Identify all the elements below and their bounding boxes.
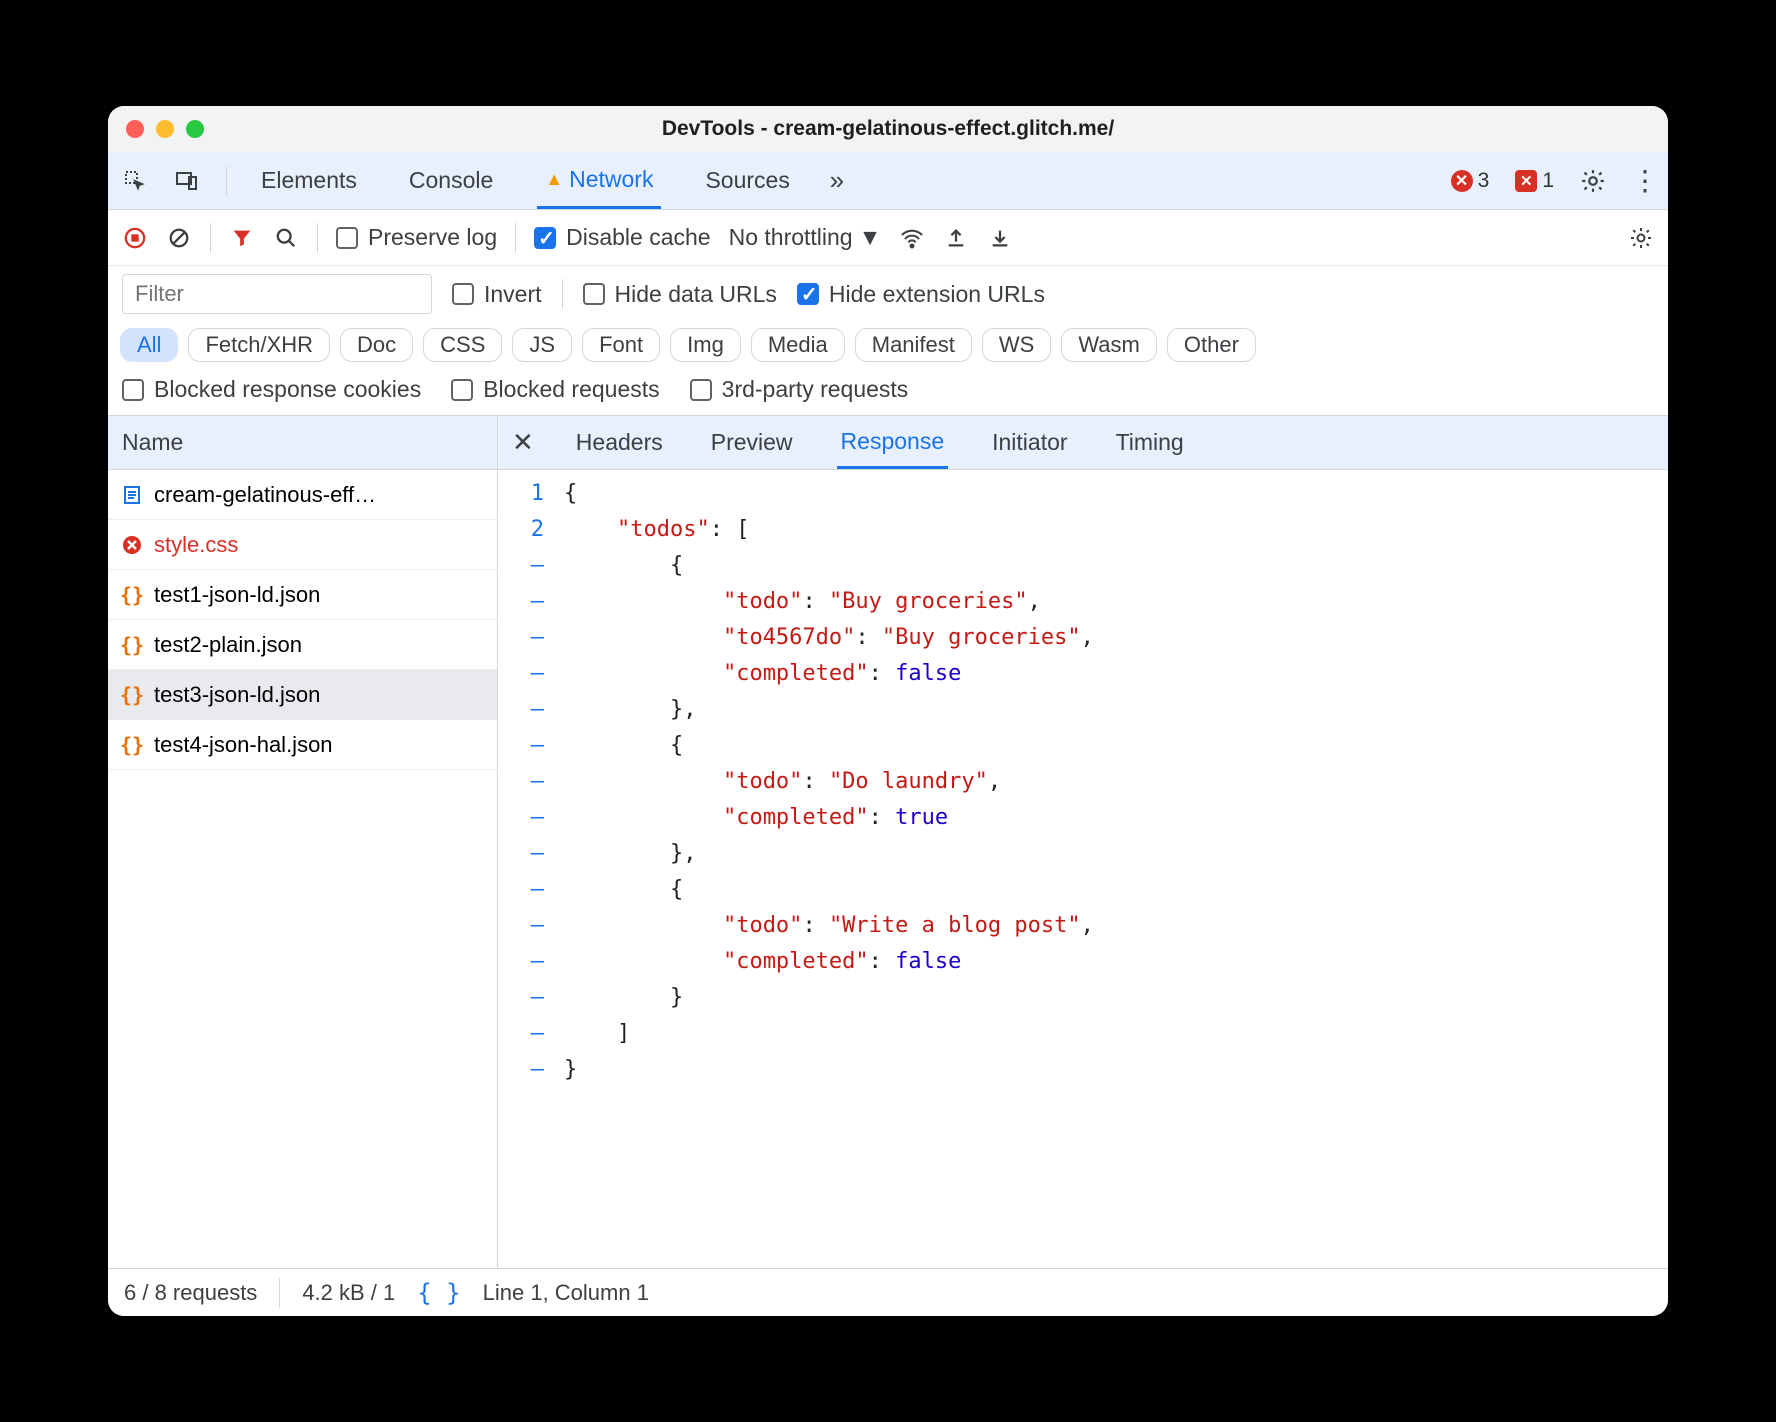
detail-tab-timing[interactable]: Timing <box>1112 416 1188 469</box>
filter-row: Invert Hide data URLs Hide extension URL… <box>108 266 1668 322</box>
chip-fetch-xhr[interactable]: Fetch/XHR <box>188 328 330 362</box>
search-icon[interactable] <box>273 225 299 251</box>
download-har-icon[interactable] <box>987 225 1013 251</box>
detail-tab-response[interactable]: Response <box>837 416 949 469</box>
chip-js[interactable]: JS <box>512 328 572 362</box>
hide-extension-urls-toggle[interactable]: Hide extension URLs <box>797 281 1045 308</box>
disable-cache-toggle[interactable]: Disable cache <box>534 224 710 251</box>
status-cursor: Line 1, Column 1 <box>483 1280 649 1306</box>
request-row[interactable]: {} test3-json-ld.json <box>108 670 497 720</box>
network-conditions-icon[interactable] <box>899 225 925 251</box>
request-name: style.css <box>154 532 238 558</box>
status-requests: 6 / 8 requests <box>124 1280 257 1306</box>
tab-elements[interactable]: Elements <box>253 152 365 209</box>
close-detail-icon[interactable]: ✕ <box>512 427 534 458</box>
settings-gear-icon[interactable] <box>1580 168 1606 194</box>
chip-doc[interactable]: Doc <box>340 328 413 362</box>
json-icon: {} <box>120 583 144 607</box>
divider <box>226 166 227 196</box>
issue-count: 1 <box>1542 169 1554 193</box>
response-body[interactable]: 12––––––––––––––– { "todos": [ { "todo":… <box>498 470 1668 1268</box>
window-title: DevTools - cream-gelatinous-effect.glitc… <box>108 117 1668 141</box>
tab-network[interactable]: ▲Network <box>537 152 661 209</box>
chip-css[interactable]: CSS <box>423 328 502 362</box>
titlebar: DevTools - cream-gelatinous-effect.glitc… <box>108 106 1668 152</box>
warning-icon: ▲ <box>545 169 563 190</box>
devtools-window: DevTools - cream-gelatinous-effect.glitc… <box>108 106 1668 1316</box>
chip-img[interactable]: Img <box>670 328 741 362</box>
request-name: test2-plain.json <box>154 632 302 658</box>
chip-font[interactable]: Font <box>582 328 660 362</box>
doc-icon <box>120 483 144 507</box>
third-party-toggle[interactable]: 3rd-party requests <box>690 376 909 403</box>
request-list: cream-gelatinous-eff… style.css {} test1-js… <box>108 470 497 770</box>
content-split: Name cream-gelatinous-eff… style.css {} tes… <box>108 416 1668 1268</box>
detail-tabs: ✕ Headers Preview Response Initiator Timing <box>498 416 1668 470</box>
panel-settings-gear-icon[interactable] <box>1628 225 1654 251</box>
resource-type-chips: All Fetch/XHR Doc CSS JS Font Img Media Manifest… <box>108 322 1668 372</box>
chip-other[interactable]: Other <box>1167 328 1256 362</box>
error-count: 3 <box>1478 169 1490 193</box>
tab-sources[interactable]: Sources <box>697 152 797 209</box>
json-icon: {} <box>120 683 144 707</box>
network-toolbar: Preserve log Disable cache No throttling… <box>108 210 1668 266</box>
json-icon: {} <box>120 733 144 757</box>
invert-toggle[interactable]: Invert <box>452 281 542 308</box>
error-count-badge[interactable]: ✕3 <box>1451 169 1490 193</box>
clear-button[interactable] <box>166 225 192 251</box>
chip-media[interactable]: Media <box>751 328 845 362</box>
request-row[interactable]: {} test4-json-hal.json <box>108 720 497 770</box>
filter-icon[interactable] <box>229 225 255 251</box>
err-icon <box>120 533 144 557</box>
request-row[interactable]: cream-gelatinous-eff… <box>108 470 497 520</box>
filter-input[interactable] <box>122 274 432 314</box>
blocked-requests-toggle[interactable]: Blocked requests <box>451 376 659 403</box>
upload-har-icon[interactable] <box>943 225 969 251</box>
main-tabs: Elements Console ▲Network Sources » ✕3 ✕1 ⋮ <box>108 152 1668 210</box>
device-toggle-icon[interactable] <box>174 168 200 194</box>
extra-filters-row: Blocked response cookies Blocked request… <box>108 372 1668 416</box>
requests-header[interactable]: Name <box>108 416 497 470</box>
chip-wasm[interactable]: Wasm <box>1061 328 1157 362</box>
more-tabs-icon[interactable]: » <box>824 168 850 194</box>
throttling-select[interactable]: No throttling ▼ <box>729 224 882 251</box>
tab-console[interactable]: Console <box>401 152 501 209</box>
blocked-cookies-toggle[interactable]: Blocked response cookies <box>122 376 421 403</box>
record-button[interactable] <box>122 225 148 251</box>
preserve-log-toggle[interactable]: Preserve log <box>336 224 497 251</box>
request-row[interactable]: {} test2-plain.json <box>108 620 497 670</box>
chip-ws[interactable]: WS <box>982 328 1051 362</box>
json-icon: {} <box>120 633 144 657</box>
request-row[interactable]: {} test1-json-ld.json <box>108 570 497 620</box>
request-name: test1-json-ld.json <box>154 582 320 608</box>
detail-pane: ✕ HeadersPreviewResponseInitiatorTiming … <box>498 416 1668 1268</box>
inspect-icon[interactable] <box>122 168 148 194</box>
status-bar: 6 / 8 requests 4.2 kB / 1 { } Line 1, Co… <box>108 1268 1668 1316</box>
request-name: test4-json-hal.json <box>154 732 333 758</box>
kebab-menu-icon[interactable]: ⋮ <box>1632 168 1658 194</box>
request-name: cream-gelatinous-eff… <box>154 482 376 508</box>
detail-tab-headers[interactable]: Headers <box>572 416 667 469</box>
issue-count-badge[interactable]: ✕1 <box>1515 169 1554 193</box>
chevron-down-icon: ▼ <box>859 224 882 251</box>
requests-sidebar: Name cream-gelatinous-eff… style.css {} tes… <box>108 416 498 1268</box>
detail-tab-preview[interactable]: Preview <box>707 416 797 469</box>
pretty-print-icon[interactable]: { } <box>417 1279 460 1307</box>
chip-all[interactable]: All <box>120 328 178 362</box>
request-row[interactable]: style.css <box>108 520 497 570</box>
status-size: 4.2 kB / 1 <box>302 1280 395 1306</box>
detail-tab-initiator[interactable]: Initiator <box>988 416 1071 469</box>
chip-manifest[interactable]: Manifest <box>855 328 972 362</box>
hide-data-urls-toggle[interactable]: Hide data URLs <box>583 281 777 308</box>
request-name: test3-json-ld.json <box>154 682 320 708</box>
